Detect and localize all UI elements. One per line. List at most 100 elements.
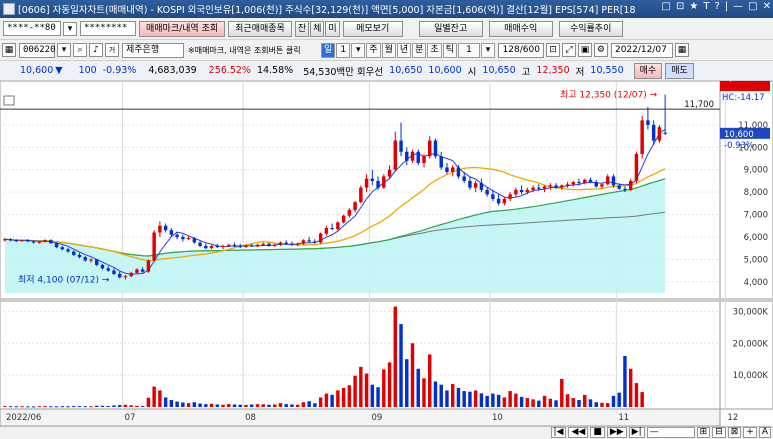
volume-bar — [227, 404, 231, 407]
stock-code-input[interactable]: 006220 — [19, 42, 56, 58]
volume-bar — [479, 393, 484, 407]
period-month[interactable]: 월 — [381, 42, 396, 58]
close-icon[interactable]: ✕ — [763, 1, 771, 12]
volume-bar — [152, 386, 156, 407]
candle-body — [560, 185, 564, 188]
date-tick-label: 11 — [618, 413, 629, 423]
candle-body — [324, 227, 329, 234]
period-value[interactable]: 1 — [457, 42, 480, 58]
high-label: 고 — [521, 66, 531, 78]
volume-bar — [215, 404, 220, 407]
recent-trades-button[interactable]: 최근매매종목 — [228, 20, 292, 37]
candle-body — [491, 194, 495, 199]
date-field[interactable]: 2022/12/07 — [610, 42, 673, 58]
pin-icon[interactable]: ★ — [689, 1, 698, 12]
font-size-icon[interactable]: A — [758, 427, 771, 438]
zoom-icon[interactable]: ⤢ — [561, 43, 576, 57]
nav-last-button[interactable]: ▶| — [628, 427, 645, 438]
candle-body — [416, 151, 420, 163]
unfilled-button[interactable]: 미 — [325, 20, 340, 37]
daily-balance-button[interactable]: 일별잔고 — [418, 20, 483, 37]
candle-body — [232, 244, 237, 246]
period-week[interactable]: 주 — [366, 42, 381, 58]
nav-next-button[interactable]: ▶▶ — [606, 427, 627, 438]
candle-body — [410, 151, 415, 161]
nav-stop-button[interactable]: ■ — [590, 427, 605, 438]
date-tick-label: 09 — [371, 413, 382, 423]
sell-button[interactable]: 매도 — [665, 62, 694, 79]
search-icon[interactable]: ⌕ — [73, 43, 87, 57]
balance-button[interactable]: 잔 — [294, 20, 310, 37]
nav-prev-button[interactable]: ◀◀ — [568, 427, 589, 438]
stock-code-dropdown-icon[interactable]: ▾ — [57, 43, 71, 57]
collapse-icon[interactable]: ⊟ — [712, 427, 726, 438]
candle-body — [496, 198, 501, 204]
volume-bar — [198, 403, 202, 407]
volume-bar — [8, 406, 13, 408]
volume-bar — [272, 404, 277, 407]
window-stack-icon[interactable]: ⊡ — [676, 1, 684, 12]
font-icon[interactable]: T — [703, 1, 709, 12]
volume-value: 4,683,039 — [148, 65, 197, 76]
period-second[interactable]: 초 — [427, 42, 442, 58]
period-day[interactable]: 일 — [321, 42, 336, 58]
calendar-icon[interactable]: ▦ — [674, 43, 689, 57]
trade-mark-query-button[interactable]: 매매마크/내역 조회 — [139, 20, 226, 37]
pane-menu-icon[interactable] — [3, 95, 15, 106]
volume-bar — [399, 324, 403, 407]
window-restore-icon[interactable]: □ — [662, 1, 671, 12]
current-label: 회우선 — [356, 66, 384, 78]
speaker-icon[interactable]: ♪ — [89, 43, 103, 57]
trade-profit-button[interactable]: 매매수익 — [488, 20, 553, 37]
candlestick-chart[interactable]: 11,00010,0009,0008,0007,0006,0005,0004,0… — [0, 74, 773, 427]
volume-bar — [600, 402, 604, 407]
memo-button[interactable]: 메모보기 — [342, 20, 403, 37]
volume-bar — [519, 396, 524, 407]
yield-trend-button[interactable]: 수익률추이 — [558, 20, 623, 37]
volume-bar — [318, 397, 323, 407]
password-field[interactable]: ******** — [80, 21, 136, 36]
chart-area[interactable]: 11,000 10,000 9,000 8,000 7,000 6,000 5,000 4,0… — [0, 74, 773, 427]
volume-bar — [640, 392, 644, 407]
volume-last-pct: 256.52% — [724, 81, 762, 84]
lock-icon[interactable]: ⊡ — [545, 43, 560, 57]
volume-bar — [565, 394, 570, 407]
zoom-in-icon[interactable]: + — [743, 427, 757, 438]
filled-button[interactable]: 체 — [310, 20, 325, 37]
candle-body — [548, 185, 553, 187]
volume-bar — [307, 401, 311, 407]
data-count-field[interactable]: 128/600 — [497, 42, 544, 58]
chart-type-icon[interactable]: ▦ — [2, 43, 16, 57]
change-percent: -0.93% — [102, 65, 137, 76]
period-minute[interactable]: 분 — [412, 42, 427, 58]
volume-bar — [129, 405, 133, 407]
save-icon[interactable]: ▣ — [577, 43, 592, 57]
nav-first-button[interactable]: |◀ — [550, 427, 567, 438]
zoom-slider[interactable]: — — [646, 427, 695, 438]
maximize-icon[interactable]: □ — [748, 1, 757, 12]
price-change: 100 — [78, 65, 97, 76]
buy-button[interactable]: 매수 — [633, 62, 663, 79]
candle-body — [628, 180, 633, 190]
chart-scroll-bar[interactable]: |◀ ◀◀ ■ ▶▶ ▶| — ⊞ ⊟ ⊠ + A — [0, 426, 773, 439]
candle-body — [278, 242, 283, 245]
expand-icon[interactable]: ⊠ — [727, 427, 742, 438]
volume-bar — [3, 406, 7, 408]
volume-bar — [135, 405, 139, 407]
help-icon[interactable]: ? — [714, 1, 719, 12]
hc-label: HC:-14.17 — [722, 93, 765, 103]
account-dropdown-icon[interactable]: ▾ — [63, 21, 77, 36]
candle-body — [583, 179, 587, 184]
account-field[interactable]: ****-**80 — [3, 21, 61, 36]
period-year[interactable]: 년 — [396, 42, 412, 58]
grid-icon[interactable]: ⊞ — [696, 427, 711, 438]
period-day-dropdown-icon[interactable]: ▾ — [351, 42, 366, 58]
period-value-dropdown-icon[interactable]: ▾ — [480, 42, 495, 58]
period-day-count[interactable]: 1 — [336, 42, 351, 58]
settings-icon[interactable]: ⚙ — [593, 43, 608, 57]
minimize-icon[interactable]: — — [733, 1, 743, 12]
candle-body — [623, 188, 627, 190]
volume-bar — [508, 391, 512, 407]
period-tick[interactable]: 틱 — [442, 42, 457, 58]
candle-body — [100, 264, 105, 269]
